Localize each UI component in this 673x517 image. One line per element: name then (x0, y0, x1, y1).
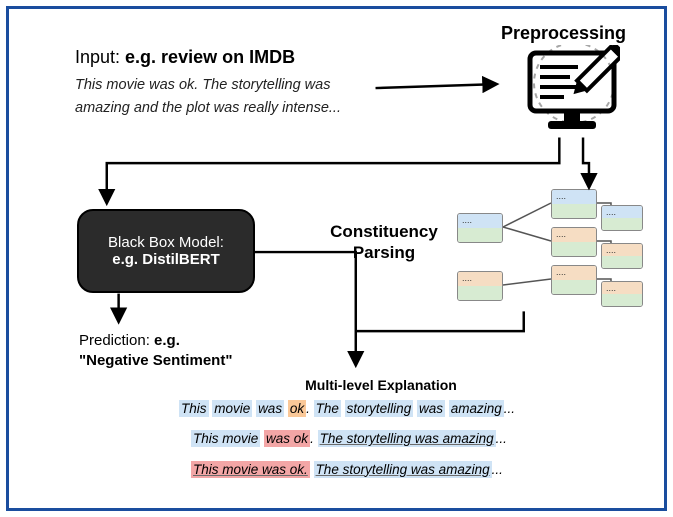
tree-node-text: .... (556, 267, 566, 277)
input-block: Input: e.g. review on IMDB This movie wa… (75, 47, 385, 120)
tree-node-text: .... (462, 273, 472, 283)
diagram-frame: Preprocessing Input: e.g. review on IMDB… (6, 6, 667, 511)
constituency-line1: Constituency (309, 221, 459, 242)
multilevel-explanations: This movie was ok. The storytelling was … (179, 399, 559, 490)
suffix: ... (496, 431, 507, 446)
tree-node: .... (601, 243, 643, 269)
token: movie (212, 400, 252, 417)
tree-node-text: .... (462, 215, 472, 225)
explanation-row-2: This movie was ok. The storytelling was … (179, 429, 559, 449)
punct: . (306, 401, 310, 416)
tree-node: .... (457, 271, 503, 301)
tree-node-text: .... (556, 229, 566, 239)
prediction-prefix: Prediction: (79, 332, 154, 349)
token: was (417, 400, 445, 417)
input-example-text: This movie was ok. The storytelling was … (75, 74, 385, 120)
sentence: This movie was ok. (191, 461, 310, 478)
blackbox-line1: Black Box Model: (108, 234, 224, 251)
token: was (256, 400, 284, 417)
token: This (179, 400, 209, 417)
constituency-parsing-label: Constituency Parsing (309, 221, 459, 264)
computer-edit-icon (524, 45, 620, 133)
tree-node: .... (551, 265, 597, 295)
prediction-block: Prediction: e.g. "Negative Sentiment" (79, 331, 232, 372)
preprocessing-label: Preprocessing (501, 23, 626, 44)
input-title-bold: e.g. review on IMDB (125, 47, 295, 67)
constituency-line2: Parsing (309, 242, 459, 263)
token: ok (288, 400, 306, 417)
prediction-eg: e.g. (154, 332, 180, 349)
tree-node: .... (601, 281, 643, 307)
suffix: ... (492, 462, 503, 477)
tree-node: .... (457, 213, 503, 243)
sentence: The storytelling was amazing (314, 461, 492, 478)
tree-node: .... (551, 189, 597, 219)
tree-node-text: .... (606, 283, 616, 293)
tree-node-text: .... (606, 207, 616, 217)
phrase: was ok (264, 430, 310, 447)
tree-node: .... (551, 227, 597, 257)
punct: . (310, 431, 314, 446)
tree-node: .... (601, 205, 643, 231)
token: storytelling (345, 400, 414, 417)
parse-tree: .... .... .... .... .... .... .... (451, 195, 651, 313)
tree-node-text: .... (556, 191, 566, 201)
phrase: The storytelling was amazing (318, 430, 496, 447)
tree-node-text: .... (606, 245, 616, 255)
phrase: This movie (191, 430, 260, 447)
explanation-row-3: This movie was ok. The storytelling was … (179, 460, 559, 480)
black-box-model: Black Box Model: e.g. DistilBERT (77, 209, 255, 293)
blackbox-line2: e.g. DistilBERT (112, 251, 220, 268)
multilevel-title: Multi-level Explanation (251, 377, 511, 393)
token: The (314, 400, 341, 417)
input-title: Input: e.g. review on IMDB (75, 47, 385, 68)
token: amazing (449, 400, 504, 417)
input-prefix: Input: (75, 47, 125, 67)
suffix: ... (504, 401, 515, 416)
explanation-row-1: This movie was ok. The storytelling was … (179, 399, 559, 419)
prediction-value: "Negative Sentiment" (79, 352, 232, 369)
